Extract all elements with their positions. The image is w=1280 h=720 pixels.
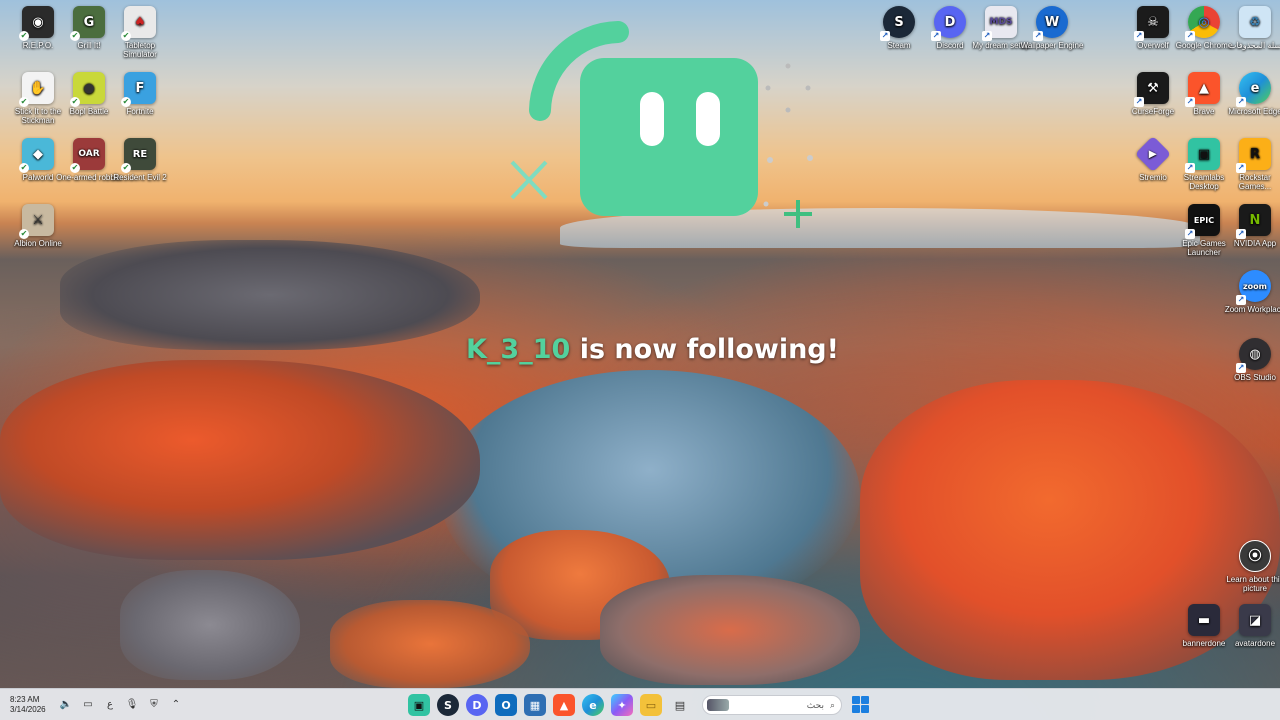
desktop-icon-label: سلة المحذوفات (1228, 41, 1280, 50)
albion-online-icon: ⚔ ✔ (19, 204, 54, 239)
rockstar-icon: R ↗ (1236, 138, 1271, 173)
desktop-icon-zoom-workplace[interactable]: zoom ↗ Zoom Workplace (1222, 270, 1280, 314)
desktop-icon-albion-online[interactable]: ⚔ ✔ Albion Online (5, 204, 71, 248)
palworld-icon: ◆ ✔ (19, 138, 54, 173)
desktop-icon-tabletop-simulator[interactable]: ♠ ✔ Tabletop Simulator (107, 6, 173, 59)
security-icon[interactable]: ⛨ (146, 698, 162, 712)
language-indicator[interactable]: ع (102, 698, 118, 712)
overwolf-icon: ☠ ↗ (1134, 6, 1169, 41)
taskbar-edge-icon[interactable]: e (582, 694, 604, 716)
taskbar-discord-icon[interactable]: D (466, 694, 488, 716)
epic-games-icon: EPIC ↗ (1185, 204, 1220, 239)
my-dream-setup-icon: MDS ↗ (982, 6, 1017, 41)
brave-icon: ▲ ↗ (1185, 72, 1220, 107)
speaker-icon[interactable]: 🔈 (58, 698, 74, 712)
desktop-icon-label: Resident Evil 2 (113, 173, 167, 182)
wallpaper-engine-icon: W ↗ (1033, 6, 1068, 41)
desktop-icon-wallpaper-engine[interactable]: W ↗ Wallpaper Engine (1019, 6, 1085, 50)
clock-time: 8:23 AM (10, 695, 40, 704)
clock-date: 3/14/2026 (10, 705, 46, 714)
curseforge-icon: ⚒ ↗ (1134, 72, 1169, 107)
taskbar-brave-icon[interactable]: ▲ (553, 694, 575, 716)
edge-icon: e ↗ (1236, 72, 1271, 107)
desktop-icon-rockstar-games[interactable]: R ↗ Rockstar Games... (1222, 138, 1280, 191)
clock[interactable]: 8:23 AM 3/14/2026 (10, 695, 46, 715)
desktop-icon-fortnite[interactable]: F ✔ Fortnite (107, 72, 173, 116)
taskbar-store-icon[interactable]: ▦ (524, 694, 546, 716)
taskbar-outlook-icon[interactable]: O (495, 694, 517, 716)
taskbar-file-explorer-icon[interactable]: ▭ (640, 694, 662, 716)
desktop-icon-label: Rockstar Games... (1238, 173, 1272, 191)
wallpaper-rock (60, 240, 480, 350)
camera-info-icon: ⦿ (1239, 540, 1271, 572)
desktop-icon-label: Zoom Workplace (1224, 305, 1280, 314)
desktop-icon-obs-studio[interactable]: ◍ ↗ OBS Studio (1222, 338, 1280, 382)
windows-start-icon[interactable] (852, 696, 869, 713)
desktop-icon-resident-evil-2[interactable]: RE ✔ Resident Evil 2 (107, 138, 173, 182)
desktop-icon-recycle-bin[interactable]: ♻ سلة المحذوفات (1222, 6, 1280, 50)
desktop-icon-label: Albion Online (14, 239, 62, 248)
search-highlight-thumbnail (707, 699, 729, 711)
wallpaper-rock (330, 600, 530, 688)
resident-evil-icon: RE ✔ (121, 138, 156, 173)
desktop-icon-avatardone[interactable]: ◪ avatardone (1222, 604, 1280, 648)
nvidia-icon: N ↗ (1236, 204, 1271, 239)
streamlabs-icon: ▣ ↗ (1185, 138, 1220, 173)
taskbar-pinned-apps: ▣ S D O ▦ ▲ e ✦ ▭ ▤ (408, 694, 691, 716)
bopl-battle-icon: ● ✔ (70, 72, 105, 107)
fortnite-icon: F ✔ (121, 72, 156, 107)
desktop-icon-label: Fortnite (126, 107, 154, 116)
chrome-icon: ◎ ↗ (1185, 6, 1220, 41)
desktop-icon-label: avatardone (1234, 639, 1276, 648)
desktop-icon-label: NVIDIA App (1233, 239, 1277, 248)
search-icon: ⌕ (829, 699, 835, 710)
tabletop-simulator-icon: ♠ ✔ (121, 6, 156, 41)
display-icon[interactable]: ▭ (80, 698, 96, 712)
taskbar: 8:23 AM 3/14/2026 🔈 ▭ ع 🎙 ⛨ ⌃ ▣ S D O ▦ … (0, 688, 1280, 720)
streamlabs-alert-logo-icon (510, 21, 813, 228)
taskbar-streamlabs-icon[interactable]: ▣ (408, 694, 430, 716)
wallpaper-rock (120, 570, 300, 680)
steam-icon: S ↗ (880, 6, 915, 41)
repo-icon: ◉ ✔ (19, 6, 54, 41)
search-placeholder: بحث (806, 699, 824, 710)
discord-icon: D ↗ (931, 6, 966, 41)
image-file-icon: ▬ (1188, 604, 1220, 636)
mic-icon[interactable]: 🎙 (124, 698, 140, 712)
follow-alert-text: K_3_10 is now following! (466, 334, 886, 365)
follower-username: K_3_10 (466, 334, 571, 365)
taskbar-task-view-icon[interactable]: ▤ (669, 694, 691, 716)
grill-it-icon: G ✔ (70, 6, 105, 41)
taskbar-search-box[interactable]: بحث ⌕ (702, 695, 842, 715)
one-armed-robber-icon: OAR ✔ (70, 138, 105, 173)
taskbar-steam-icon[interactable]: S (437, 694, 459, 716)
chevron-up-icon[interactable]: ⌃ (168, 698, 184, 712)
desktop-icon-nvidia-app[interactable]: N ↗ NVIDIA App (1222, 204, 1280, 248)
recycle-bin-icon: ♻ (1239, 6, 1271, 38)
stremio-icon: ▶ (1134, 135, 1172, 173)
stickman-icon: ✋ ✔ (19, 72, 54, 107)
wallpaper-rock (0, 360, 480, 560)
follow-alert-message: is now following! (570, 334, 839, 365)
system-tray: 🔈 ▭ ع 🎙 ⛨ ⌃ (58, 698, 184, 712)
image-file-icon: ◪ (1239, 604, 1271, 636)
desktop-icon-label: Learn about this picture (1226, 575, 1280, 593)
desktop-icon-learn-about-picture[interactable]: ⦿ Learn about this picture (1222, 540, 1280, 593)
taskbar-copilot-icon[interactable]: ✦ (611, 694, 633, 716)
desktop-icon-label: Tabletop Simulator (123, 41, 157, 59)
zoom-icon: zoom ↗ (1236, 270, 1271, 305)
desktop-icon-label: OBS Studio (1234, 373, 1276, 382)
desktop-icon-label: Wallpaper Engine (1020, 41, 1084, 50)
desktop-icon-microsoft-edge[interactable]: e ↗ Microsoft Edge (1222, 72, 1280, 116)
wallpaper-rock (600, 575, 860, 685)
desktop-icon-label: Microsoft Edge (1228, 107, 1280, 116)
obs-icon: ◍ ↗ (1236, 338, 1271, 373)
